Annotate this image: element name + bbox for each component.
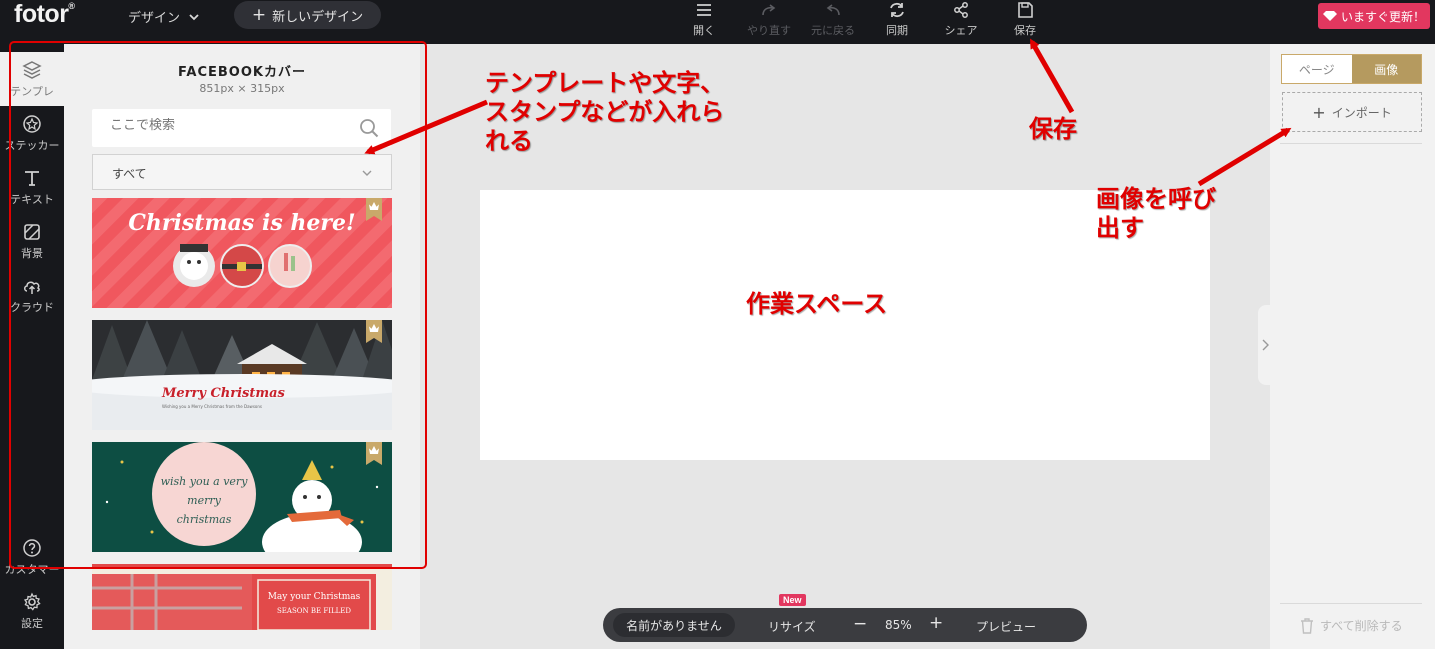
right-panel: ページ 画像 + インポート すべて削除する	[1270, 44, 1435, 649]
new-badge: New	[779, 594, 806, 606]
diamond-icon	[1322, 11, 1337, 21]
annotation-import-note: 画像を呼び 出す	[1096, 185, 1216, 243]
gear-icon	[23, 592, 41, 611]
sync-icon	[890, 2, 904, 18]
redo-icon	[762, 4, 776, 16]
design-menu-label: デザイン	[128, 11, 181, 26]
top-bar: fotor® デザイン + 新しいデザイン 開く やり直す 元に戻る 同期 シェ…	[0, 0, 1435, 44]
plus-icon: +	[251, 4, 267, 25]
zoom-level: 85%	[885, 618, 912, 632]
menu-icon	[697, 4, 711, 16]
chevron-down-icon	[189, 13, 199, 20]
save-icon	[1018, 2, 1033, 18]
annotation-template-note: テンプレートや文字、 スタンプなどが入れら れる	[485, 69, 724, 156]
zoom-in-button[interactable]: +	[929, 613, 943, 633]
rail-item-settings[interactable]: 設定	[0, 592, 64, 642]
undo-button[interactable]: 元に戻る	[801, 0, 865, 44]
bottom-toolbar: 名前がありません New リサイズ − 85% + プレビュー	[603, 594, 1087, 642]
divider	[1280, 143, 1422, 144]
upgrade-button[interactable]: いますぐ更新！	[1318, 3, 1430, 29]
new-design-button[interactable]: + 新しいデザイン	[234, 1, 381, 29]
delete-all-button[interactable]: すべて削除する	[1300, 617, 1403, 634]
delete-all-label: すべて削除する	[1320, 619, 1403, 633]
tab-page[interactable]: ページ	[1282, 55, 1352, 83]
template-text-line2: SEASON BE FILLED	[277, 607, 351, 615]
share-icon	[954, 2, 968, 18]
divider	[1280, 603, 1422, 604]
plus-icon: +	[1312, 102, 1326, 122]
design-menu[interactable]: デザイン	[128, 7, 200, 26]
resize-button[interactable]: リサイズ	[768, 618, 816, 635]
chevron-right-icon	[1262, 339, 1269, 351]
redo-button[interactable]: やり直す	[737, 0, 801, 44]
import-button[interactable]: + インポート	[1282, 92, 1422, 132]
template-text-line1: May your Christmas	[267, 592, 361, 602]
template-text: May your Christmas SEASON BE FILLED	[258, 590, 370, 618]
template-card-may-your-christmas[interactable]: May your Christmas SEASON BE FILLED	[92, 564, 392, 630]
rail-settings-label: 設定	[21, 617, 43, 630]
open-button[interactable]: 開く	[672, 0, 736, 44]
annotation-workspace-note: 作業スペース	[746, 290, 888, 318]
share-button[interactable]: シェア	[929, 0, 993, 44]
annotation-panel-highlight	[9, 41, 427, 569]
save-label: 保存	[1014, 24, 1036, 37]
new-design-label: 新しいデザイン	[272, 9, 364, 25]
upgrade-label: いますぐ更新！	[1340, 9, 1425, 24]
sync-label: 同期	[886, 24, 908, 37]
import-label: インポート	[1331, 105, 1392, 120]
undo-label: 元に戻る	[811, 24, 855, 37]
save-button[interactable]: 保存	[993, 0, 1057, 44]
fotor-logo[interactable]: fotor®	[14, 0, 75, 29]
redo-label: やり直す	[747, 24, 791, 37]
annotation-line: れる	[485, 127, 533, 155]
open-label: 開く	[693, 24, 715, 37]
undo-icon	[826, 4, 840, 16]
annotation-line: スタンプなどが入れら	[485, 98, 725, 126]
design-name-field[interactable]: 名前がありません	[613, 613, 735, 637]
zoom-out-button[interactable]: −	[853, 614, 867, 634]
share-label: シェア	[944, 24, 978, 37]
trash-icon	[1301, 617, 1313, 634]
annotation-line: 画像を呼び	[1096, 185, 1216, 213]
annotation-line: 出す	[1096, 214, 1144, 242]
page-image-toggle: ページ 画像	[1281, 54, 1422, 84]
preview-button[interactable]: プレビュー	[976, 618, 1036, 635]
tab-image[interactable]: 画像	[1351, 55, 1421, 83]
sync-button[interactable]: 同期	[865, 0, 929, 44]
annotation-save-note: 保存	[1029, 115, 1077, 143]
annotation-line: テンプレートや文字、	[485, 69, 725, 97]
